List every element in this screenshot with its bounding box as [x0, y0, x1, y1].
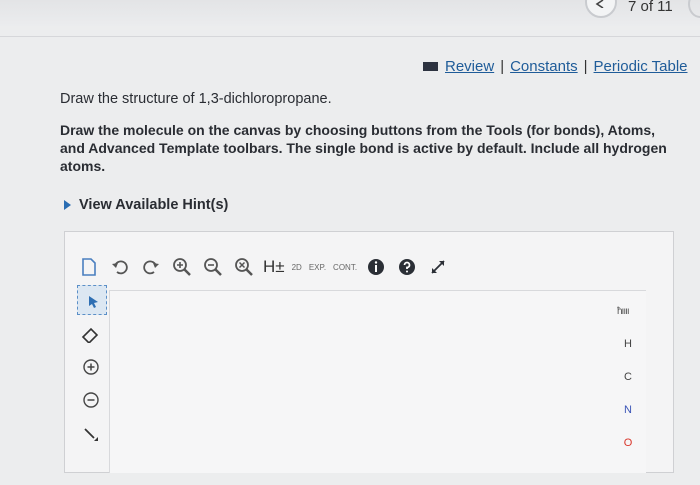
zoom-out-icon[interactable] — [201, 255, 225, 279]
question-instructions: Draw the molecule on the canvas by choos… — [60, 122, 667, 174]
atom-button-n[interactable]: N — [613, 404, 643, 437]
chevron-left-icon — [595, 0, 604, 8]
atom-button-o[interactable]: O — [613, 437, 643, 470]
charge-plus-icon[interactable] — [77, 353, 105, 381]
atom-button-h[interactable]: H — [613, 338, 643, 371]
expand-button[interactable]: EXP. — [309, 255, 326, 279]
atom-toolbar: H C N O — [613, 338, 643, 470]
review-link[interactable]: Review — [445, 58, 494, 75]
editor-toolbar: H± 2D EXP. CONT. — [77, 254, 457, 280]
help-icon[interactable] — [395, 255, 419, 279]
2d-view-button[interactable]: 2D — [292, 255, 302, 279]
single-bond-icon[interactable] — [77, 419, 105, 447]
contract-button[interactable]: CONT. — [333, 255, 357, 279]
charge-minus-icon[interactable] — [77, 386, 105, 414]
molecule-editor: H± 2D EXP. CONT. ħıııı H C N O — [64, 231, 674, 473]
fullscreen-icon[interactable] — [426, 255, 450, 279]
new-document-icon[interactable] — [77, 255, 101, 279]
periodic-table-button[interactable]: ħıııı — [617, 306, 630, 317]
info-icon[interactable] — [364, 255, 388, 279]
divider — [0, 36, 700, 37]
left-toolbar — [77, 285, 109, 452]
book-icon — [423, 62, 438, 71]
zoom-in-icon[interactable] — [170, 255, 194, 279]
caret-right-icon — [64, 200, 71, 210]
atom-button-c[interactable]: C — [613, 371, 643, 404]
view-hints-toggle[interactable]: View Available Hint(s) — [64, 197, 228, 213]
question-prompt: Draw the structure of 1,3-dichloropropan… — [60, 91, 332, 107]
resource-links: Review | Constants | Periodic Table — [423, 58, 688, 75]
page-counter: 7 of 11 — [628, 0, 673, 15]
redo-icon[interactable] — [139, 255, 163, 279]
link-separator: | — [583, 58, 588, 75]
drawing-canvas[interactable] — [109, 290, 646, 473]
clear-icon[interactable] — [232, 255, 256, 279]
eraser-icon[interactable] — [77, 320, 105, 348]
selection-tool-icon[interactable] — [77, 285, 107, 315]
undo-icon[interactable] — [108, 255, 132, 279]
constants-link[interactable]: Constants — [510, 58, 578, 75]
link-separator: | — [500, 58, 505, 75]
hint-label: View Available Hint(s) — [79, 197, 229, 213]
periodic-table-link[interactable]: Periodic Table — [594, 58, 688, 75]
h-toggle-button[interactable]: H± — [263, 255, 285, 279]
